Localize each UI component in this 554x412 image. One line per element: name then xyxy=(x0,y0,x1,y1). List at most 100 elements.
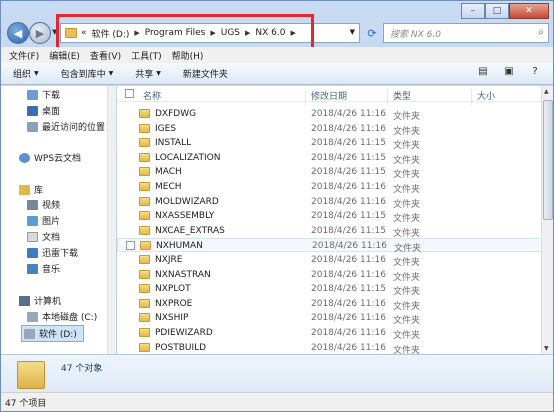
table-row[interactable]: MOLDWIZARD 2018/4/26 11:16 文件夹 xyxy=(117,195,542,210)
nav-downloads[interactable]: 下载 xyxy=(27,88,60,101)
table-row[interactable]: NXPROE 2018/4/26 11:16 文件夹 xyxy=(117,297,542,312)
column-divider[interactable] xyxy=(471,89,472,105)
table-row[interactable]: NXNASTRAN 2018/4/26 11:16 文件夹 xyxy=(117,268,542,283)
file-date: 2018/4/26 11:16 xyxy=(311,269,386,280)
file-name: NXJRE xyxy=(155,255,183,265)
help-icon[interactable]: ? xyxy=(527,66,543,80)
column-size[interactable]: 大小 xyxy=(477,89,495,102)
scroll-thumb[interactable] xyxy=(543,100,553,220)
file-date: 2018/4/26 11:15 xyxy=(311,138,386,149)
back-button[interactable]: ◀ xyxy=(7,22,29,44)
share-button[interactable]: 共享 ▼ xyxy=(135,67,161,80)
row-checkbox[interactable] xyxy=(126,241,135,251)
file-date: 2018/4/26 11:15 xyxy=(311,284,386,295)
nav-library[interactable]: 库 xyxy=(19,183,43,196)
view-options-icon[interactable]: ▤ xyxy=(475,66,491,80)
table-row[interactable]: POSTBUILD 2018/4/26 11:16 文件夹 xyxy=(117,341,542,354)
table-row[interactable]: DXFDWG 2018/4/26 11:16 文件夹 xyxy=(117,107,542,122)
forward-button[interactable]: ▶ xyxy=(29,22,51,44)
menu-view[interactable]: 查看(V) xyxy=(90,49,121,62)
nav-wps-cloud[interactable]: WPS云文档 xyxy=(19,151,81,164)
scroll-up-icon[interactable]: ▲ xyxy=(544,88,549,95)
folder-icon xyxy=(139,196,150,206)
folder-icon xyxy=(139,152,150,162)
menu-file[interactable]: 文件(F) xyxy=(9,49,39,62)
file-name: NXPLOT xyxy=(155,284,191,295)
table-row[interactable]: NXCAE_EXTRAS 2018/4/26 11:15 文件夹 xyxy=(117,224,542,239)
nav-videos[interactable]: 视频 xyxy=(27,198,60,211)
file-date: 2018/4/26 11:16 xyxy=(311,109,386,119)
table-row[interactable]: NXHUMAN 2018/4/26 11:16 文件夹 xyxy=(117,238,542,254)
file-name: NXNASTRAN xyxy=(155,269,211,280)
table-row[interactable]: IGES 2018/4/26 11:16 文件夹 xyxy=(117,122,542,137)
include-in-library-button[interactable]: 包含到库中 ▼ xyxy=(61,67,114,80)
nav-computer[interactable]: 计算机 xyxy=(19,294,61,307)
table-row[interactable]: NXPLOT 2018/4/26 11:15 文件夹 xyxy=(117,282,542,297)
nav-documents[interactable]: 文档 xyxy=(27,230,60,243)
command-toolbar: 组织 ▼ 包含到库中 ▼ 共享 ▼ 新建文件夹 ▤ ▣ ? xyxy=(1,63,553,85)
file-type: 文件夹 xyxy=(393,155,421,166)
file-date: 2018/4/26 11:15 xyxy=(311,167,386,178)
file-list-scrollbar[interactable]: ▲ ▼ xyxy=(541,86,553,354)
table-row[interactable]: INSTALL 2018/4/26 11:15 文件夹 xyxy=(117,136,542,151)
column-divider[interactable] xyxy=(387,89,388,105)
nav-drive-d[interactable]: 软件 (D:) xyxy=(21,325,84,342)
table-row[interactable]: LOCALIZATION 2018/4/26 11:15 文件夹 xyxy=(117,151,542,166)
file-date: 2018/4/26 11:15 xyxy=(311,152,386,163)
column-date[interactable]: 修改日期 xyxy=(311,89,347,102)
new-folder-button[interactable]: 新建文件夹 xyxy=(183,67,228,80)
preview-pane-icon[interactable]: ▣ xyxy=(501,66,517,80)
nav-thunder-downloads[interactable]: 迅雷下载 xyxy=(27,246,78,259)
nav-pictures[interactable]: 图片 xyxy=(27,214,60,227)
file-date: 2018/4/26 11:16 xyxy=(311,328,386,338)
file-type: 文件夹 xyxy=(393,112,421,122)
table-row[interactable]: NXJRE 2018/4/26 11:16 文件夹 xyxy=(117,253,542,268)
organize-button[interactable]: 组织 ▼ xyxy=(13,67,39,80)
column-name[interactable]: 名称 xyxy=(143,89,161,102)
search-input[interactable]: 搜索 NX 6.0 ⌕ xyxy=(383,23,549,43)
nav-label: 库 xyxy=(34,186,44,196)
folder-icon xyxy=(139,123,150,133)
refresh-button[interactable]: ⟳ xyxy=(363,23,381,43)
menu-edit[interactable]: 编辑(E) xyxy=(49,49,80,62)
cloud-icon xyxy=(19,152,30,163)
file-name: NXSHIP xyxy=(155,313,189,324)
folder-icon xyxy=(140,241,151,251)
nav-label: 计算机 xyxy=(34,297,62,307)
table-row[interactable]: MACH 2018/4/26 11:15 文件夹 xyxy=(117,165,542,180)
nav-drive-c[interactable]: 本地磁盘 (C:) xyxy=(27,310,97,323)
address-dropdown-icon[interactable]: ▼ xyxy=(350,28,355,36)
table-row[interactable]: PDIEWIZARD 2018/4/26 11:16 文件夹 xyxy=(117,326,542,341)
file-date: 2018/4/26 11:15 xyxy=(311,211,386,222)
menu-help[interactable]: 帮助(H) xyxy=(172,49,204,62)
nav-label: 视频 xyxy=(42,201,61,211)
nav-recent[interactable]: 最近访问的位置 xyxy=(27,120,105,133)
table-row[interactable]: MECH 2018/4/26 11:16 文件夹 xyxy=(117,180,542,195)
scroll-down-icon[interactable]: ▼ xyxy=(544,345,549,352)
folder-icon xyxy=(139,211,150,221)
video-icon xyxy=(27,199,38,210)
organize-label: 组织 xyxy=(13,70,32,80)
object-count: 47 个对象 xyxy=(61,364,103,374)
column-divider[interactable] xyxy=(305,89,306,105)
nav-music[interactable]: 音乐 xyxy=(27,262,60,275)
file-name: DXFDWG xyxy=(155,109,197,119)
table-row[interactable]: NXASSEMBLY 2018/4/26 11:15 文件夹 xyxy=(117,209,542,224)
file-name: MOLDWIZARD xyxy=(155,196,219,207)
nav-label: 本地磁盘 (C:) xyxy=(42,313,98,323)
close-button[interactable]: ✕ xyxy=(509,3,549,19)
folder-icon xyxy=(139,255,150,264)
folder-icon xyxy=(17,361,45,389)
column-type[interactable]: 类型 xyxy=(393,89,411,102)
table-row[interactable]: NXSHIP 2018/4/26 11:16 文件夹 xyxy=(117,311,542,326)
folder-icon xyxy=(139,328,150,337)
nav-scrollbar[interactable] xyxy=(107,86,116,354)
nav-label: 迅雷下载 xyxy=(42,249,79,259)
maximize-button[interactable]: □ xyxy=(485,3,509,19)
menu-tools[interactable]: 工具(T) xyxy=(131,49,162,62)
chevron-down-icon: ▼ xyxy=(34,70,39,77)
select-all-checkbox[interactable] xyxy=(125,89,134,98)
nav-desktop[interactable]: 桌面 xyxy=(27,104,60,117)
minimize-button[interactable]: – xyxy=(461,3,485,19)
search-icon[interactable]: ⌕ xyxy=(538,27,544,38)
